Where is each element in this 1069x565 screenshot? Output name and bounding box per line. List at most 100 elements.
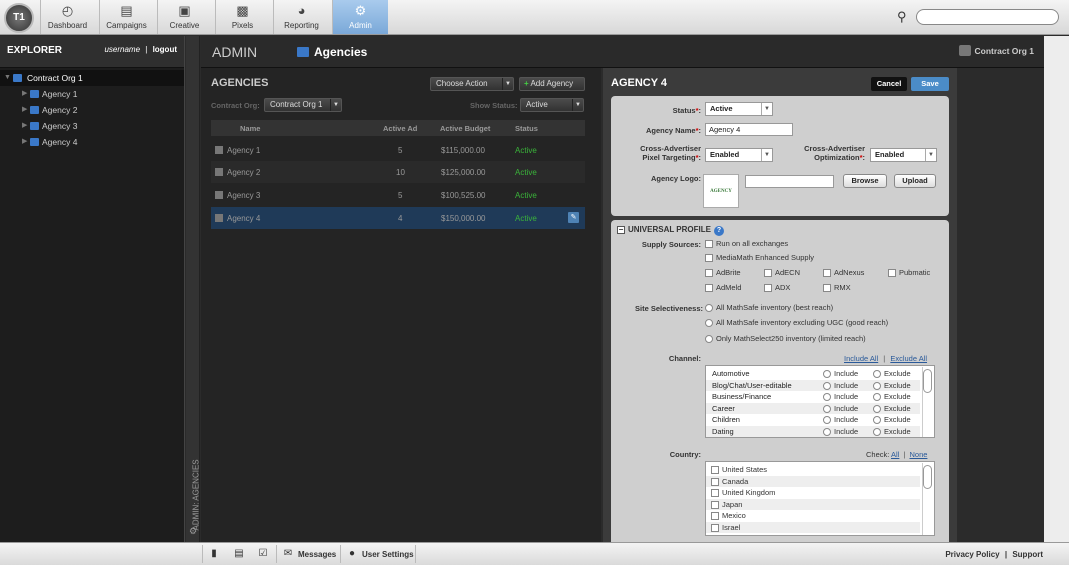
- include-radio[interactable]: Include: [823, 403, 858, 415]
- t1-logo[interactable]: T1: [4, 3, 34, 33]
- nav-pixels[interactable]: ▩ Pixels: [215, 0, 269, 34]
- checkbox[interactable]: [764, 269, 772, 278]
- save-button[interactable]: Save: [911, 77, 949, 91]
- include-radio[interactable]: Include: [823, 414, 858, 426]
- browse-button[interactable]: Browse: [843, 174, 887, 188]
- checkbox[interactable]: [711, 500, 719, 509]
- tree-item-agency[interactable]: ▶ Agency 1: [0, 86, 184, 102]
- country-checkbox[interactable]: Mexico: [711, 510, 746, 522]
- nav-reporting[interactable]: ◕ Reporting: [273, 0, 329, 34]
- list-item[interactable]: Canada: [706, 475, 920, 488]
- status-select[interactable]: Active ▼: [705, 102, 773, 116]
- checkbox[interactable]: [711, 489, 719, 498]
- checkbox[interactable]: [823, 284, 831, 293]
- table-row[interactable]: Agency 3 5 $100,525.00 Active: [211, 184, 585, 206]
- gear-icon[interactable]: ⚙: [189, 526, 197, 537]
- nav-admin[interactable]: ⚙ Admin: [332, 0, 388, 34]
- exchange-adecn[interactable]: AdECN: [764, 268, 800, 278]
- exchange-adnexus[interactable]: AdNexus: [823, 268, 864, 278]
- country-checkbox[interactable]: Canada: [711, 476, 748, 488]
- pixel-targeting-select[interactable]: Enabled ▼: [705, 148, 773, 162]
- checkbox[interactable]: [823, 269, 831, 278]
- user-icon[interactable]: ●: [346, 548, 358, 560]
- country-listbox[interactable]: United States Canada United Kingdom Japa…: [705, 461, 935, 536]
- upload-button[interactable]: Upload: [894, 174, 936, 188]
- list-item[interactable]: Mexico: [706, 510, 920, 522]
- table-row[interactable]: Agency 2 10 $125,000.00 Active: [211, 161, 585, 183]
- edit-icon[interactable]: ✎: [568, 212, 579, 223]
- collapse-arrow-icon[interactable]: ▶: [22, 134, 27, 150]
- exclude-all-link[interactable]: Exclude All: [890, 354, 927, 363]
- messages-link[interactable]: Messages: [298, 550, 336, 559]
- radio-button[interactable]: [873, 393, 881, 402]
- collapse-arrow-icon[interactable]: ▶: [22, 102, 27, 118]
- list-item[interactable]: United States: [706, 464, 920, 476]
- exclude-radio[interactable]: Exclude: [873, 414, 911, 426]
- radio-button[interactable]: [823, 393, 831, 402]
- include-radio[interactable]: Include: [823, 380, 858, 392]
- include-radio[interactable]: Include: [823, 391, 858, 403]
- table-row-selected[interactable]: Agency 4 4 $150,000.00 Active ✎: [211, 207, 585, 229]
- scrollbar-thumb[interactable]: [923, 465, 932, 489]
- site-option-limited-reach[interactable]: Only MathSelect250 inventory (limited re…: [705, 334, 866, 344]
- collapse-icon[interactable]: −: [617, 226, 625, 234]
- row-checkbox[interactable]: [215, 214, 223, 222]
- radio-button[interactable]: [873, 427, 881, 436]
- exchange-pubmatic[interactable]: Pubmatic: [888, 268, 930, 278]
- tree-item-agency[interactable]: ▶ Agency 2: [0, 102, 184, 118]
- radio-button[interactable]: [873, 404, 881, 413]
- notes-icon[interactable]: ▤: [233, 548, 245, 560]
- checkbox[interactable]: [705, 284, 713, 293]
- choose-action-dropdown[interactable]: Choose Action ▼: [430, 77, 514, 91]
- radio-button[interactable]: [823, 381, 831, 390]
- collapse-arrow-icon[interactable]: ▶: [22, 118, 27, 134]
- scrollbar-thumb[interactable]: [923, 369, 932, 393]
- row-checkbox[interactable]: [215, 146, 223, 154]
- country-checkbox[interactable]: United States: [711, 464, 767, 476]
- exclude-radio[interactable]: Exclude: [873, 368, 911, 380]
- country-checkbox[interactable]: Japan: [711, 499, 742, 511]
- radio-button[interactable]: [823, 427, 831, 436]
- row-checkbox[interactable]: [215, 191, 223, 199]
- row-checkbox[interactable]: [215, 168, 223, 176]
- document-icon[interactable]: ▮: [208, 548, 220, 560]
- logout-link[interactable]: logout: [153, 45, 177, 54]
- radio-button[interactable]: [705, 335, 713, 344]
- exchange-rmx[interactable]: RMX: [823, 283, 851, 293]
- add-agency-button[interactable]: + Add Agency: [519, 77, 585, 91]
- checkbox[interactable]: [764, 284, 772, 293]
- column-header[interactable]: Name: [240, 124, 260, 133]
- nav-dashboard[interactable]: ◴ Dashboard: [40, 0, 94, 34]
- include-all-link[interactable]: Include All: [844, 354, 878, 363]
- check-none-link[interactable]: None: [910, 450, 928, 459]
- column-header[interactable]: Status: [515, 124, 538, 133]
- universal-profile-header[interactable]: − UNIVERSAL PROFILE?: [617, 225, 724, 236]
- help-icon[interactable]: ?: [713, 226, 724, 236]
- nav-creative[interactable]: ▣ Creative: [157, 0, 211, 34]
- exchange-adbrite[interactable]: AdBrite: [705, 268, 741, 278]
- checkbox[interactable]: [705, 240, 713, 249]
- checkbox[interactable]: [705, 269, 713, 278]
- nav-campaigns[interactable]: ▤ Campaigns: [99, 0, 153, 34]
- radio-button[interactable]: [823, 404, 831, 413]
- exchange-adx[interactable]: ADX: [764, 283, 790, 293]
- site-option-good-reach[interactable]: All MathSafe inventory excluding UGC (go…: [705, 318, 888, 328]
- radio-button[interactable]: [823, 416, 831, 425]
- radio-button[interactable]: [705, 319, 713, 328]
- radio-button[interactable]: [873, 416, 881, 425]
- include-radio[interactable]: Include: [823, 368, 858, 380]
- envelope-icon[interactable]: ✉: [282, 548, 294, 560]
- checkbox[interactable]: [888, 269, 896, 278]
- checkbox[interactable]: [711, 523, 719, 532]
- supply-option-all-exchanges[interactable]: Run on all exchanges: [705, 239, 788, 249]
- collapse-arrow-icon[interactable]: ▶: [22, 86, 27, 102]
- channel-listbox[interactable]: Automotive Include Exclude Blog/Chat/Use…: [705, 365, 935, 438]
- user-settings-link[interactable]: User Settings: [362, 550, 414, 559]
- tree-item-agency[interactable]: ▶ Agency 3: [0, 118, 184, 134]
- checkbox[interactable]: [711, 466, 719, 475]
- tree-item-agency[interactable]: ▶ Agency 4: [0, 134, 184, 150]
- column-header[interactable]: Active Ad: [383, 124, 417, 133]
- show-status-select[interactable]: Active ▼: [520, 98, 584, 112]
- checkbox[interactable]: [711, 512, 719, 521]
- list-item[interactable]: Israel: [706, 521, 920, 533]
